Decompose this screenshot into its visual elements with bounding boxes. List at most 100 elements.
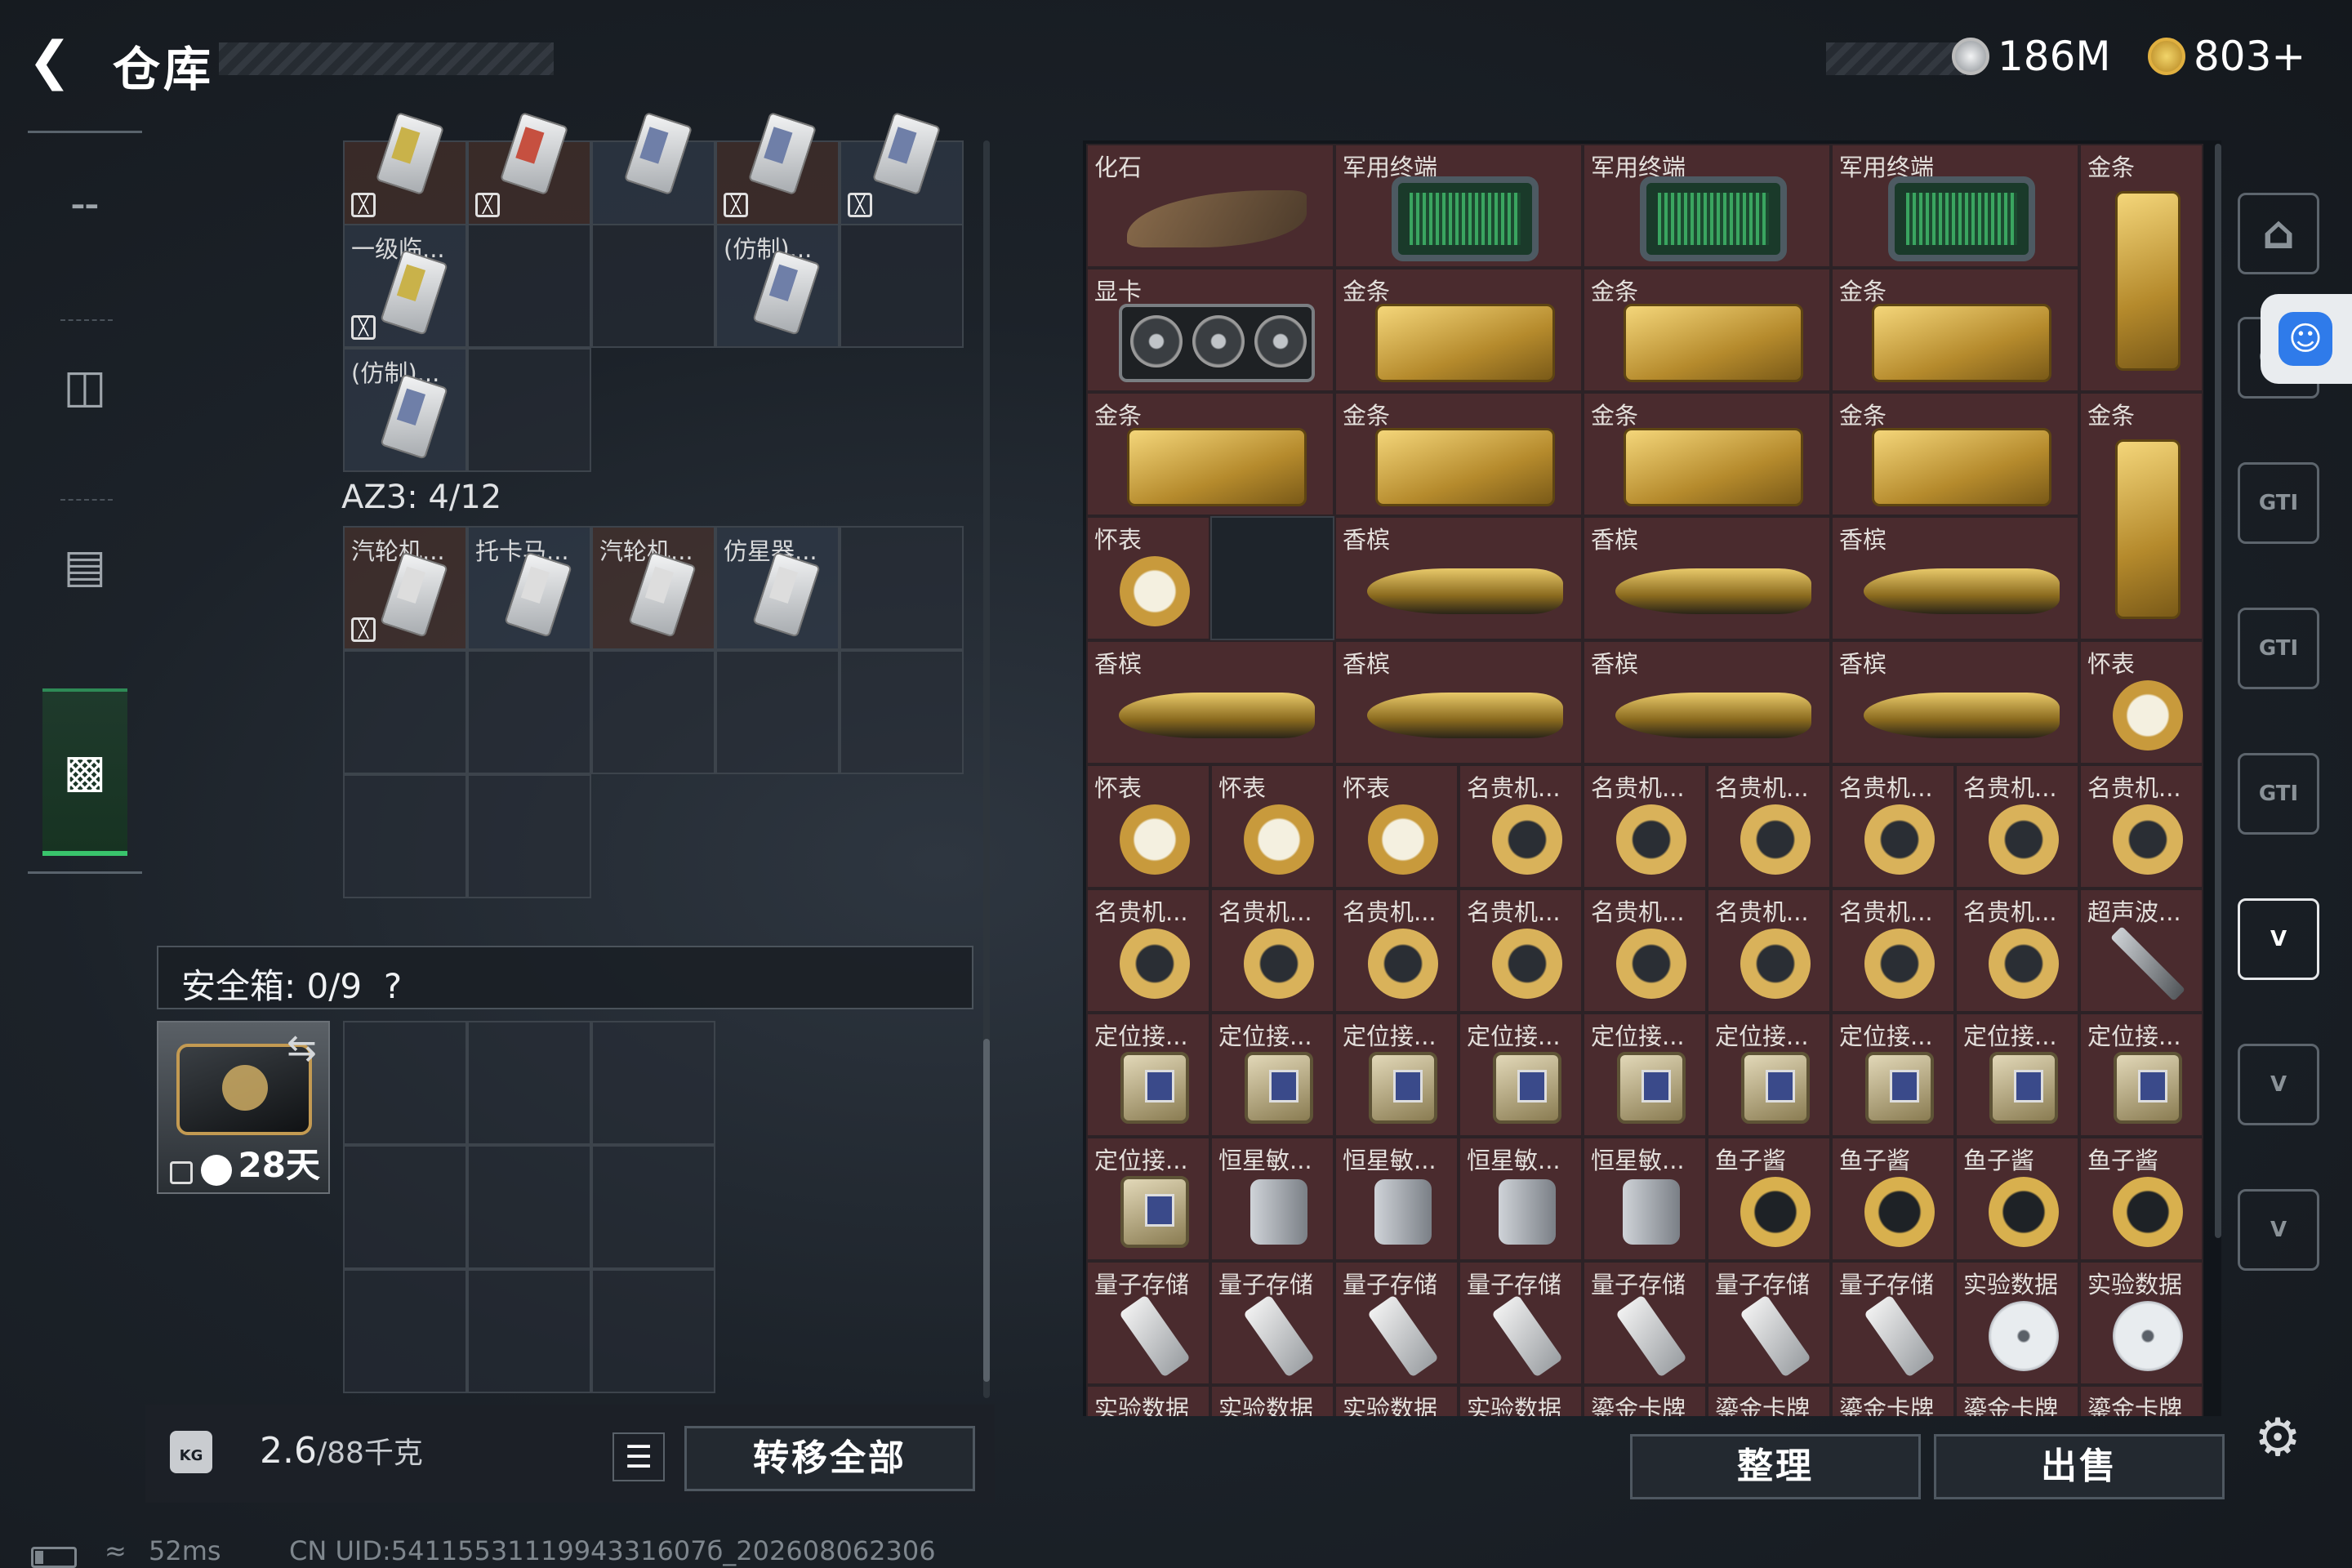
gear-icon[interactable]: ⚙ — [2249, 1410, 2306, 1467]
storage-item[interactable]: 名贵机... — [1583, 889, 1707, 1013]
storage-item[interactable]: 实验数据 — [1210, 1385, 1334, 1416]
storage-item[interactable]: 香槟 — [1086, 640, 1334, 764]
item-cell[interactable]: ╳ — [840, 111, 964, 225]
item-cell[interactable]: 汽轮机... — [591, 526, 715, 650]
storage-item[interactable]: 鎏金卡牌 — [2079, 1385, 2203, 1416]
storage-item[interactable]: 怀表 — [1086, 516, 1210, 640]
empty-slot[interactable] — [591, 1145, 715, 1269]
storage-item[interactable]: 香槟 — [1583, 516, 1831, 640]
storage-item[interactable]: 金条 — [2079, 392, 2203, 640]
storage-tab-4[interactable]: GTI — [2238, 753, 2319, 835]
storage-item[interactable]: 恒星敏... — [1459, 1137, 1583, 1261]
item-cell[interactable]: ╳ — [467, 111, 591, 225]
empty-slot[interactable] — [467, 348, 591, 472]
empty-slot[interactable] — [840, 650, 964, 774]
storage-item[interactable]: 定位接... — [2079, 1013, 2203, 1137]
nav-vest[interactable]: ▤ — [42, 517, 127, 615]
storage-item[interactable]: 实验数据 — [1334, 1385, 1459, 1416]
storage-item[interactable]: 恒星敏... — [1210, 1137, 1334, 1261]
empty-slot[interactable] — [467, 224, 591, 348]
home-nav-button[interactable]: ⌂ — [2238, 193, 2319, 274]
empty-slot[interactable] — [467, 774, 591, 898]
empty-slot[interactable] — [591, 224, 715, 348]
item-cell[interactable]: ╳ — [715, 111, 840, 225]
storage-item[interactable]: 量子存储 — [1210, 1261, 1334, 1385]
storage-item[interactable]: 名贵机... — [1210, 889, 1334, 1013]
storage-item[interactable]: 鎏金卡牌 — [1583, 1385, 1707, 1416]
storage-tab-7[interactable]: V — [2238, 1189, 2319, 1271]
storage-item[interactable]: 定位接... — [1334, 1013, 1459, 1137]
empty-slot[interactable] — [591, 1269, 715, 1393]
storage-item[interactable]: 金条 — [1583, 268, 1831, 392]
storage-item[interactable]: 名贵机... — [2079, 764, 2203, 889]
storage-item[interactable]: 定位接... — [1831, 1013, 1955, 1137]
storage-item[interactable]: 定位接... — [1086, 1137, 1210, 1261]
storage-item[interactable]: 鱼子酱 — [2079, 1137, 2203, 1261]
storage-item[interactable]: 鱼子酱 — [1707, 1137, 1831, 1261]
storage-item[interactable]: 金条 — [1334, 392, 1583, 516]
storage-item[interactable]: 鎏金卡牌 — [1955, 1385, 2079, 1416]
storage-item[interactable]: 香槟 — [1334, 516, 1583, 640]
storage-item[interactable]: 金条 — [1334, 268, 1583, 392]
empty-slot[interactable] — [467, 1269, 591, 1393]
storage-item[interactable]: 名贵机... — [1955, 889, 2079, 1013]
storage-item[interactable]: 鎏金卡牌 — [1707, 1385, 1831, 1416]
storage-item[interactable]: 名贵机... — [1707, 889, 1831, 1013]
nav-backpack[interactable]: ◫ — [42, 337, 127, 435]
transfer-all-button[interactable]: 转移全部 — [684, 1426, 975, 1491]
storage-item[interactable]: 名贵机... — [1086, 889, 1210, 1013]
storage-item[interactable]: 定位接... — [1459, 1013, 1583, 1137]
storage-item[interactable]: 名贵机... — [1459, 764, 1583, 889]
empty-slot[interactable] — [467, 650, 591, 774]
storage-item[interactable]: 定位接... — [1210, 1013, 1334, 1137]
list-view-button[interactable]: ☰ — [612, 1432, 665, 1481]
storage-item[interactable]: 鱼子酱 — [1831, 1137, 1955, 1261]
item-cell[interactable]: 托卡马... — [467, 526, 591, 650]
empty-slot[interactable] — [840, 526, 964, 650]
safe-box-item[interactable]: ⇆ 28天 — [157, 1021, 330, 1194]
storage-item[interactable]: 香槟 — [1831, 516, 2079, 640]
storage-item[interactable]: 金条 — [1831, 392, 2079, 516]
storage-item[interactable]: 量子存储 — [1086, 1261, 1210, 1385]
storage-item[interactable]: 量子存储 — [1707, 1261, 1831, 1385]
item-cell[interactable]: 一级临... ╳ — [343, 224, 467, 348]
item-cell[interactable] — [591, 111, 715, 225]
storage-item[interactable]: 量子存储 — [1583, 1261, 1707, 1385]
nav-storage[interactable]: ▩ — [42, 688, 127, 856]
empty-slot[interactable] — [343, 1145, 467, 1269]
storage-item[interactable]: 定位接... — [1583, 1013, 1707, 1137]
storage-item[interactable]: 恒星敏... — [1583, 1137, 1707, 1261]
storage-item[interactable]: 怀表 — [1334, 764, 1459, 889]
storage-item[interactable]: 实验数据 — [1086, 1385, 1210, 1416]
storage-item[interactable]: 金条 — [1831, 268, 2079, 392]
storage-item[interactable]: 名贵机... — [1955, 764, 2079, 889]
storage-tab-2[interactable]: GTI — [2238, 462, 2319, 544]
storage-item[interactable]: 恒星敏... — [1334, 1137, 1459, 1261]
item-cell[interactable]: ╳ — [343, 111, 467, 225]
empty-slot[interactable] — [715, 650, 840, 774]
storage-item[interactable]: 怀表 — [1086, 764, 1210, 889]
storage-item[interactable]: 定位接... — [1955, 1013, 2079, 1137]
storage-item[interactable]: 名贵机... — [1583, 764, 1707, 889]
storage-scrollbar[interactable] — [2215, 144, 2221, 1238]
storage-item[interactable]: 怀表 — [1210, 764, 1334, 889]
storage-item[interactable]: 名贵机... — [1459, 889, 1583, 1013]
empty-slot[interactable] — [1210, 516, 1334, 640]
storage-item[interactable]: 鎏金卡牌 — [1831, 1385, 1955, 1416]
left-scrollbar[interactable] — [983, 140, 990, 1398]
left-scroll-thumb[interactable] — [983, 1039, 990, 1382]
empty-slot[interactable] — [467, 1021, 591, 1145]
storage-item[interactable]: 金条 — [1086, 392, 1334, 516]
storage-item[interactable]: 军用终端 — [1583, 144, 1831, 268]
item-cell[interactable]: (仿制)... — [343, 348, 467, 472]
storage-item[interactable]: 超声波... — [2079, 889, 2203, 1013]
empty-slot[interactable] — [343, 1269, 467, 1393]
storage-item[interactable]: 军用终端 — [1334, 144, 1583, 268]
storage-item[interactable]: 实验数据 — [1459, 1385, 1583, 1416]
storage-item[interactable]: 名贵机... — [1334, 889, 1459, 1013]
storage-item[interactable]: 显卡 — [1086, 268, 1334, 392]
swap-icon[interactable]: ⇆ — [287, 1027, 317, 1069]
storage-item[interactable]: 名贵机... — [1707, 764, 1831, 889]
nav-weapons[interactable]: ╌ — [42, 158, 127, 256]
empty-slot[interactable] — [840, 224, 964, 348]
